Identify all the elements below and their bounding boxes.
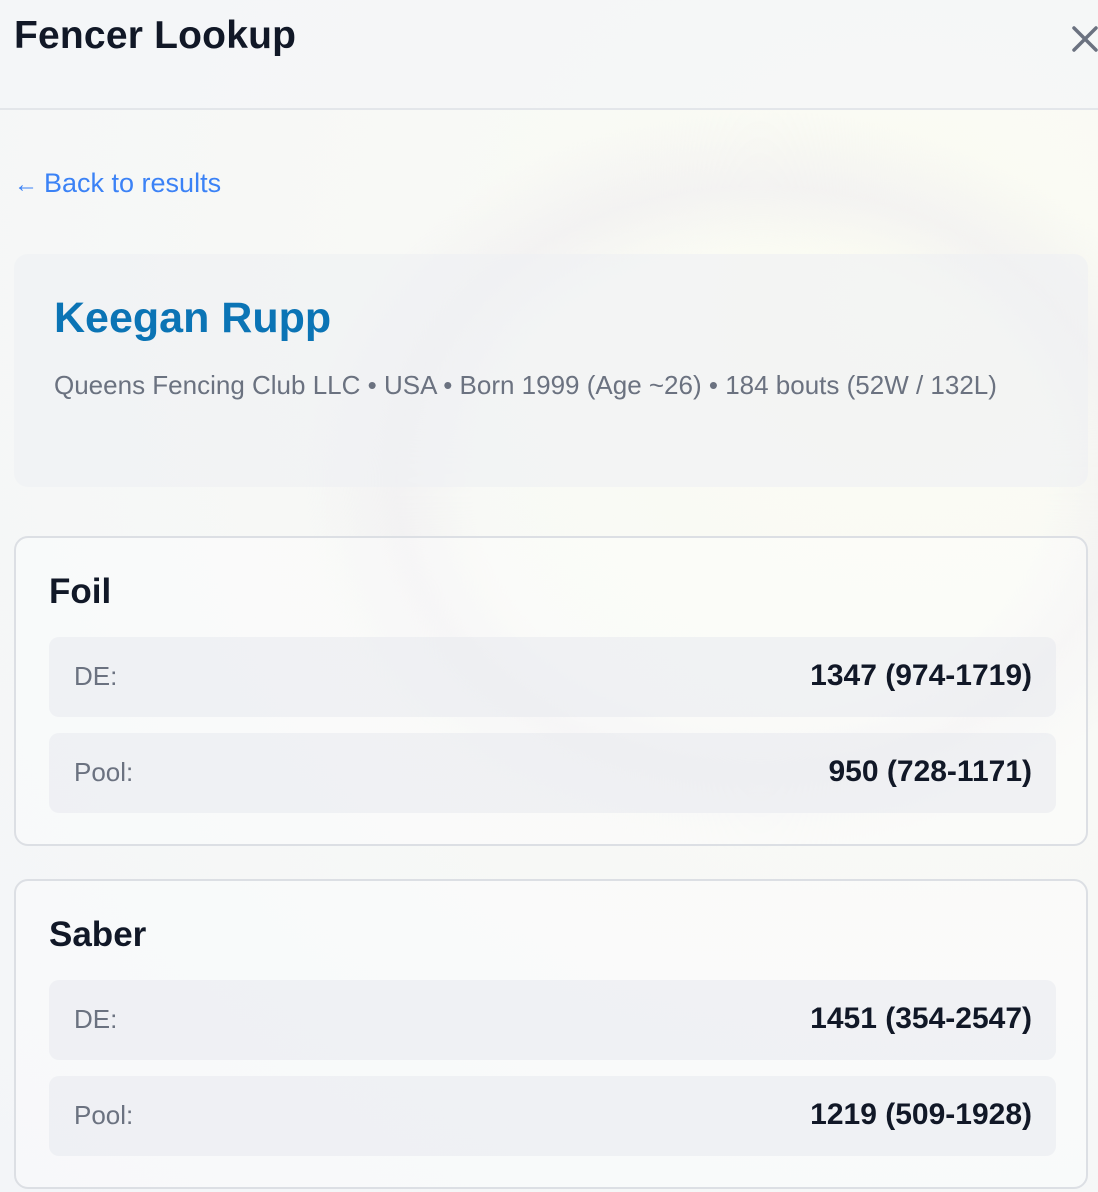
rating-value: 1347 (974-1719) bbox=[810, 659, 1032, 692]
rating-row-pool: Pool: 1219 (509-1928) bbox=[49, 1076, 1056, 1156]
modal-header: Fencer Lookup bbox=[0, 0, 1098, 110]
fencer-meta: Queens Fencing Club LLC • USA • Born 199… bbox=[54, 370, 997, 400]
rating-row-pool: Pool: 950 (728-1171) bbox=[49, 733, 1056, 813]
weapon-card-saber: Saber DE: 1451 (354-2547) Pool: 1219 (50… bbox=[14, 879, 1088, 1189]
rating-label: Pool: bbox=[74, 1100, 134, 1130]
back-to-results-link[interactable]: ← Back to results bbox=[14, 168, 221, 199]
fencer-profile-card: Keegan Rupp Queens Fencing Club LLC • US… bbox=[14, 254, 1088, 487]
page-title: Fencer Lookup bbox=[14, 14, 297, 57]
rating-value: 950 (728-1171) bbox=[828, 755, 1033, 788]
back-link-label: Back to results bbox=[44, 168, 222, 198]
close-button[interactable] bbox=[1068, 22, 1098, 56]
fencer-name: Keegan Rupp bbox=[54, 294, 332, 342]
weapon-title: Saber bbox=[49, 915, 147, 954]
rating-label: Pool: bbox=[74, 757, 134, 787]
back-arrow-icon: ← bbox=[14, 171, 38, 198]
rating-value: 1451 (354-2547) bbox=[810, 1002, 1032, 1035]
weapon-title: Foil bbox=[49, 572, 112, 611]
close-icon bbox=[1072, 26, 1098, 52]
rating-row-de: DE: 1451 (354-2547) bbox=[49, 980, 1056, 1060]
rating-row-de: DE: 1347 (974-1719) bbox=[49, 637, 1056, 717]
rating-label: DE: bbox=[74, 661, 118, 691]
rating-label: DE: bbox=[74, 1004, 118, 1034]
rating-value: 1219 (509-1928) bbox=[810, 1098, 1032, 1131]
weapon-card-foil: Foil DE: 1347 (974-1719) Pool: 950 (728-… bbox=[14, 536, 1088, 846]
